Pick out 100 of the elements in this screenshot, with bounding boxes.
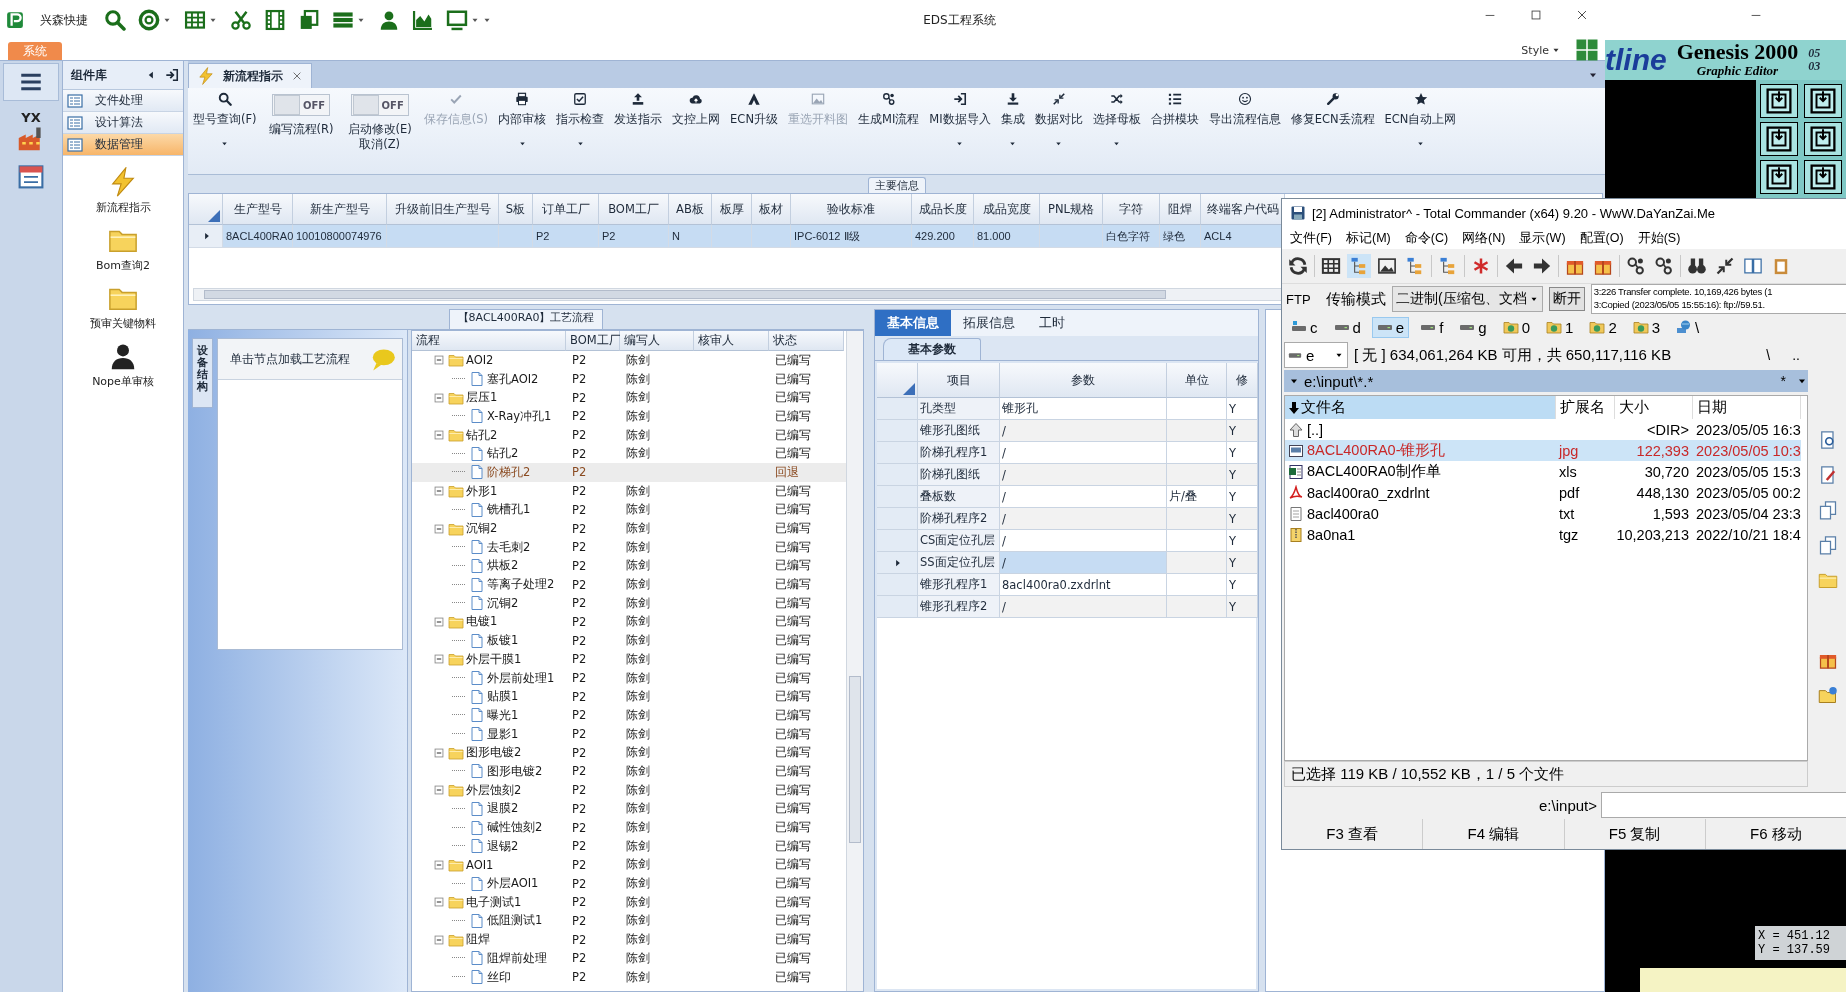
drive-button[interactable]: \ — [1671, 316, 1705, 338]
table-row[interactable]: 叠板数 / 片/叠 Y — [877, 486, 1258, 508]
tab[interactable]: 工时 — [1027, 310, 1077, 336]
tree-row[interactable]: 贴膜1 P2 陈剑 已编写 — [412, 687, 846, 707]
library-item[interactable]: 数据管理 — [63, 134, 183, 156]
toolbar-button[interactable]: 生成MI流程 — [853, 88, 925, 168]
drive-button[interactable]: 0 — [1497, 316, 1536, 338]
tree-row[interactable]: 电子测试1 P2 陈剑 已编写 — [412, 892, 846, 912]
toolbar-button[interactable]: 导出流程信息 — [1203, 88, 1286, 168]
menu-item[interactable]: 开始(S) — [1637, 229, 1681, 247]
disconnect-button[interactable]: 断开 — [1548, 287, 1585, 311]
toolbar-button[interactable]: 内部审核 — [493, 88, 552, 168]
column-header[interactable]: 订单工厂 — [533, 194, 599, 225]
column-header[interactable]: 成品宽度 — [974, 194, 1040, 225]
drive-button[interactable]: f — [1415, 316, 1449, 338]
column-header[interactable]: BOM工厂 — [599, 194, 669, 225]
table-row[interactable]: 孔类型 锥形孔 Y — [877, 398, 1258, 420]
drive-button[interactable]: e — [1371, 316, 1410, 338]
toolbar-button[interactable]: 修复ECN丢流程 — [1285, 88, 1380, 168]
tree-row[interactable]: 碱性蚀刻2 P2 陈剑 已编写 — [412, 818, 846, 837]
tree-row[interactable]: 层压1 P2 陈剑 已编写 — [412, 388, 846, 408]
tree-row[interactable]: 去毛刺2 P2 陈剑 已编写 — [412, 537, 846, 557]
tree-row[interactable]: 曝光1 P2 陈剑 已编写 — [412, 706, 846, 725]
column-header[interactable]: 成品长度 — [912, 194, 974, 225]
column-header[interactable]: 状态 — [769, 331, 844, 351]
tree-row[interactable]: 图形电镀2 P2 陈剑 已编写 — [412, 762, 846, 781]
nav-button[interactable]: .. — [1784, 347, 1808, 363]
file-name[interactable]: 8acl400ra0 — [1307, 505, 1379, 522]
tree-row[interactable]: 退锡2 P2 陈剑 已编写 — [412, 836, 846, 856]
table-row[interactable]: 阶梯孔图纸 / Y — [877, 464, 1258, 486]
tree-row[interactable]: 外层前处理1 P2 陈剑 已编写 — [412, 668, 846, 688]
tree-row[interactable]: 图形电镀2 P2 陈剑 已编写 — [412, 743, 846, 763]
tool-button[interactable]: Nope单审核 — [86, 340, 160, 390]
tree-row[interactable]: 退膜2 P2 陈剑 已编写 — [412, 799, 846, 819]
table-row[interactable]: 阶梯孔程序1 / Y — [877, 442, 1258, 464]
column-header[interactable]: AB板 — [669, 194, 712, 225]
tool-button[interactable]: Bom查询2 — [90, 224, 156, 274]
file-row[interactable]: [..] <DIR> 2023/05/05 16:3 — [1285, 419, 1801, 440]
tree-row[interactable]: 沉铜2 P2 陈剑 已编写 — [412, 593, 846, 613]
drive-button[interactable]: 2 — [1584, 316, 1622, 338]
tree-row[interactable]: 阻焊前处理 P2 陈剑 已编写 — [412, 949, 846, 968]
tree-row[interactable]: 等离子处理2 P2 陈剑 已编写 — [412, 575, 846, 594]
path-bar[interactable]: e:\input\*.* * — [1284, 370, 1808, 392]
column-header[interactable]: 单位 — [1167, 363, 1227, 398]
file-name[interactable]: 8acl400ra0_zxdrlnt — [1307, 484, 1430, 501]
column-header[interactable]: PNL规格 — [1040, 194, 1103, 225]
column-header[interactable]: 生产型号 — [223, 194, 293, 225]
file-row[interactable]: 8a0na1 tgz 10,203,213 2022/10/21 18:4 — [1285, 524, 1801, 545]
tree-row[interactable]: 外形1 P2 陈剑 已编写 — [412, 481, 846, 501]
tree-row[interactable]: 塞孔AOI2 P2 陈剑 已编写 — [412, 369, 846, 389]
tree-row[interactable]: 外层AOI1 P2 陈剑 已编写 — [412, 874, 846, 893]
mode-dropdown[interactable]: 二进制(压缩包、文档 — [1392, 286, 1543, 312]
table-row[interactable]: CS面定位孔层 / Y — [877, 530, 1258, 552]
file-name[interactable]: 8ACL400RA0制作单 — [1307, 462, 1441, 481]
column-header[interactable]: 编写人 — [620, 331, 694, 351]
tree-row[interactable]: 外层蚀刻2 P2 陈剑 已编写 — [412, 780, 846, 800]
menu-item[interactable]: 命令(C) — [1404, 229, 1449, 247]
file-row[interactable]: 8ACL400RA0制作单 xls 30,720 2023/05/05 15:3 — [1285, 461, 1801, 482]
style-menu[interactable]: Style — [1515, 42, 1567, 58]
menu-item[interactable]: 标记(M) — [1345, 229, 1391, 247]
toolbar-button[interactable]: 集成 — [995, 88, 1030, 168]
library-item[interactable]: 文件处理 — [63, 90, 183, 112]
table-row[interactable]: 阶梯孔程序2 / Y — [877, 508, 1258, 530]
menu-item[interactable]: 网络(N) — [1462, 229, 1506, 247]
table-row[interactable]: SS面定位孔层 / Y — [877, 552, 1258, 574]
tab[interactable]: 拓展信息 — [951, 310, 1027, 336]
file-name[interactable]: 8a0na1 — [1307, 526, 1356, 543]
tree-row[interactable]: 铣槽孔1 P2 陈剑 已编写 — [412, 500, 846, 520]
toolbar-button[interactable]: 型号查询(F) — [188, 88, 262, 168]
tree-row[interactable]: 钻孔2 P2 陈剑 已编写 — [412, 425, 846, 445]
column-header[interactable]: 核审人 — [694, 331, 769, 351]
tool-button[interactable]: 预审关键物料 — [84, 282, 162, 332]
tree-row[interactable]: 沉铜2 P2 陈剑 已编写 — [412, 519, 846, 538]
tree-row[interactable]: AOI1 P2 陈剑 已编写 — [412, 855, 846, 875]
filter-button[interactable]: * — [1774, 373, 1792, 389]
drive-dropdown[interactable]: e — [1284, 342, 1348, 368]
column-header[interactable]: BOM工厂 — [566, 331, 620, 351]
drive-button[interactable]: 3 — [1627, 316, 1666, 338]
tree-row[interactable]: 钻孔2 P2 陈剑 已编写 — [412, 444, 846, 464]
toolbar-button[interactable]: MI数据导入 — [924, 88, 996, 168]
drive-button[interactable]: d — [1328, 316, 1366, 338]
toolbar-button[interactable]: ECN自动上网 — [1379, 88, 1462, 168]
tree-row[interactable]: 阻焊 P2 陈剑 已编写 — [412, 930, 846, 949]
tool-button[interactable]: 新流程指示 — [89, 166, 157, 216]
nav-button[interactable]: \ — [1758, 347, 1779, 363]
document-tab[interactable]: 新流程指示 — [188, 63, 312, 88]
column-header[interactable]: 阻焊 — [1160, 194, 1201, 225]
table-row[interactable]: 锥形孔图纸 / Y — [877, 420, 1258, 442]
file-row[interactable]: 8ACL400RA0-锥形孔 jpg 122,393 2023/05/05 10:3 — [1285, 440, 1801, 461]
column-header[interactable]: 升级前旧生产型号 — [387, 194, 499, 225]
table-row[interactable]: 锥形孔程序2 / Y — [877, 596, 1258, 618]
tree-row[interactable]: AOI2 P2 陈剑 已编写 — [412, 351, 846, 370]
toolbar-button[interactable]: 文控上网 — [667, 88, 726, 168]
column-header[interactable]: 参数 — [1000, 363, 1167, 398]
menu-item[interactable]: 文件(F) — [1290, 229, 1332, 247]
column-header[interactable]: 修 — [1227, 363, 1258, 398]
tree-row[interactable]: 外层干膜1 P2 陈剑 已编写 — [412, 650, 846, 669]
toggle-switch[interactable]: OFF — [272, 94, 331, 116]
file-name[interactable]: 8ACL400RA0-锥形孔 — [1307, 441, 1446, 460]
side-tab[interactable]: 设备结构 — [192, 338, 213, 409]
